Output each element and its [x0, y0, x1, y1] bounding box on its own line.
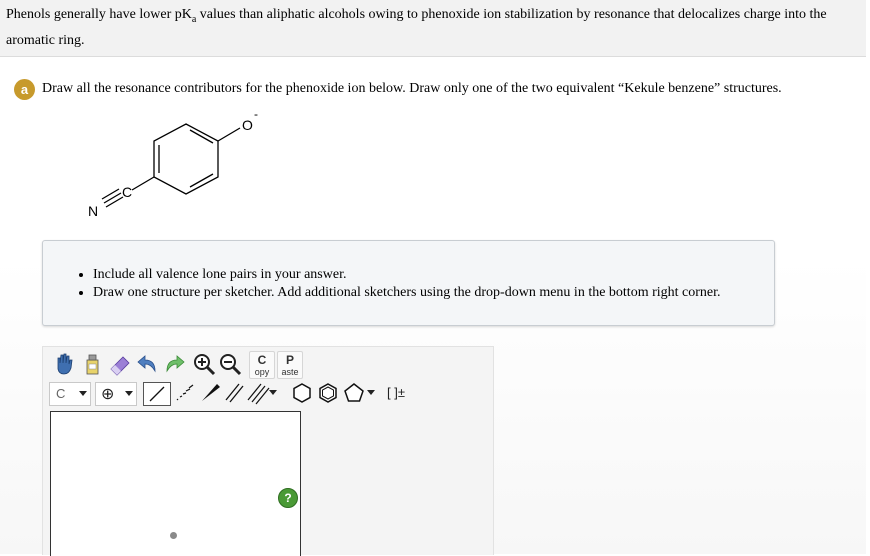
ring-dropdown-caret[interactable] — [365, 380, 377, 406]
bracket-charge-button[interactable]: [ ]± — [385, 382, 415, 408]
phenoxide-structure: O - C N — [82, 104, 268, 220]
question-prompt: Draw all the resonance contributors for … — [42, 81, 782, 96]
hand-icon[interactable] — [51, 351, 77, 377]
double-bond-icon[interactable] — [221, 380, 247, 406]
hashed-bond-icon[interactable] — [171, 380, 197, 406]
nitrile-carbon: C — [122, 184, 132, 200]
plus-charge-icon: ⊕ — [101, 386, 115, 403]
charge-dropdown[interactable]: ⊕ — [95, 382, 137, 406]
pentagon-ring-icon[interactable] — [341, 380, 367, 406]
wedge-bond-icon[interactable] — [197, 380, 223, 406]
nitrogen-atom: N — [88, 203, 98, 219]
negative-charge: - — [254, 107, 258, 121]
zoom-in-icon[interactable] — [191, 351, 217, 377]
canvas-dot — [170, 532, 177, 539]
copy-button[interactable]: C opy — [249, 351, 275, 379]
benzene-ring-icon[interactable] — [315, 380, 341, 406]
undo-icon[interactable] — [135, 351, 161, 377]
intro-panel: Phenols generally have lower pKa values … — [0, 0, 866, 57]
redo-icon[interactable] — [161, 351, 187, 377]
zoom-out-icon[interactable] — [217, 351, 243, 377]
instruction-item: Include all valence lone pairs in your a… — [93, 266, 721, 284]
hexagon-ring-icon[interactable] — [289, 380, 315, 406]
instruction-item: Draw one structure per sketcher. Add add… — [93, 284, 721, 302]
bond-dropdown-caret[interactable] — [267, 380, 279, 406]
paste-button[interactable]: P aste — [277, 351, 303, 379]
instructions-box: Include all valence lone pairs in your a… — [42, 240, 775, 326]
help-button[interactable]: ? — [278, 488, 298, 508]
single-bond-button[interactable] — [143, 382, 171, 406]
eraser-bottle-icon[interactable] — [79, 351, 105, 377]
oxygen-atom: O — [242, 117, 253, 133]
element-dropdown[interactable]: C — [49, 382, 91, 406]
eraser-icon[interactable] — [107, 351, 133, 377]
intro-text: Phenols generally have lower pKa values … — [6, 7, 827, 48]
part-badge: a — [14, 79, 35, 100]
sketcher: C opy P aste C ⊕ []± ? — [42, 346, 494, 556]
